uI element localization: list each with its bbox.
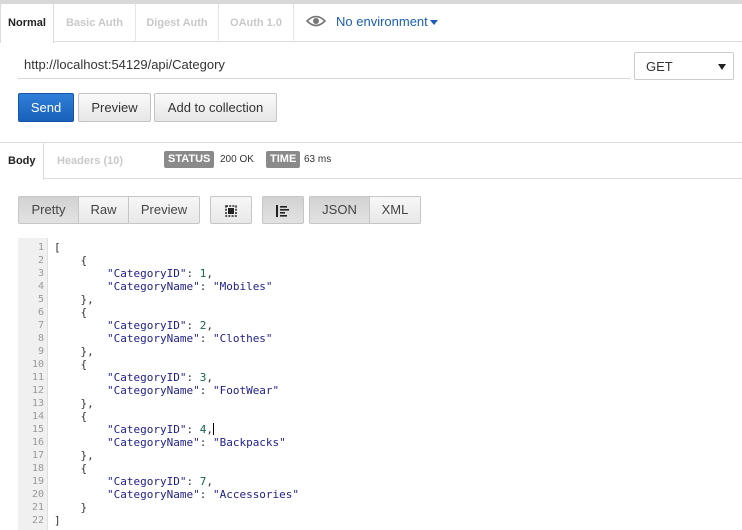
line-number: 4 <box>37 281 44 292</box>
line-number: 11 <box>31 372 44 383</box>
expand-button[interactable] <box>210 196 252 224</box>
code-text: { <box>54 462 88 475</box>
time-value: 63 ms <box>304 154 332 165</box>
code-text: "CategoryName": "Accessories" <box>106 488 300 501</box>
line-number: 19 <box>31 476 44 487</box>
code-text: { <box>54 306 88 319</box>
code-text: }, <box>54 345 94 358</box>
line-number: 3 <box>37 268 44 279</box>
line-number: 20 <box>31 489 44 500</box>
expand-icon <box>224 202 238 217</box>
code-text: [ <box>54 241 61 254</box>
environment-label: No environment <box>336 14 428 29</box>
code-text: "CategoryID": 4, <box>106 423 214 436</box>
xml-button[interactable]: XML <box>369 196 421 224</box>
code-text: "CategoryID": 3, <box>106 371 213 384</box>
code-text: { <box>54 358 88 371</box>
request-auth-tabs: Normal Basic Auth Digest Auth OAuth 1.0 … <box>0 0 742 43</box>
eye-icon <box>305 5 327 41</box>
status-value: 200 OK <box>220 154 254 165</box>
code-text: "CategoryID": 1, <box>106 267 213 280</box>
json-button[interactable]: JSON <box>309 196 370 224</box>
line-number: 5 <box>37 294 44 305</box>
code-text: }, <box>54 449 94 462</box>
code-text: "CategoryName": "FootWear" <box>106 384 280 397</box>
line-number: 1 <box>37 242 44 253</box>
environment-selector[interactable]: No environment <box>305 4 438 42</box>
line-number: 15 <box>31 424 44 435</box>
line-number: 22 <box>31 515 44 526</box>
code-text: { <box>54 254 88 267</box>
time-badge: TIME <box>266 151 301 168</box>
line-number: 9 <box>37 346 44 357</box>
tab-normal[interactable]: Normal <box>0 4 54 43</box>
tab-basic-auth[interactable]: Basic Auth <box>54 4 136 42</box>
line-number: 18 <box>31 463 44 474</box>
text-cursor <box>212 423 214 435</box>
code-text: }, <box>54 397 94 410</box>
code-text: }, <box>54 293 94 306</box>
code-text: } <box>54 501 88 514</box>
send-button[interactable]: Send <box>18 93 74 122</box>
code-text: "CategoryID": 7, <box>106 475 213 488</box>
url-input[interactable]: http://localhost:54129/api/Category <box>18 52 630 79</box>
code-text: ] <box>54 514 61 527</box>
code-text: { <box>54 410 88 423</box>
line-number: 2 <box>37 255 44 266</box>
tab-oauth[interactable]: OAuth 1.0 <box>219 4 294 42</box>
line-number: 14 <box>31 411 44 422</box>
line-number: 8 <box>37 333 44 344</box>
add-to-collection-button[interactable]: Add to collection <box>154 93 277 122</box>
line-number: 16 <box>31 437 44 448</box>
line-number: 10 <box>31 359 44 370</box>
line-number: 17 <box>31 450 44 461</box>
chevron-down-icon <box>429 20 438 26</box>
code-text: "CategoryName": "Backpacks" <box>106 436 286 449</box>
wrap-lines-icon <box>275 202 291 217</box>
wrap-lines-button[interactable] <box>262 196 304 224</box>
chevron-down-icon <box>718 64 726 70</box>
response-tabs: Body Headers (10) <box>0 142 742 180</box>
code-text: "CategoryName": "Mobiles" <box>106 280 273 293</box>
method-value: GET <box>646 59 673 74</box>
method-select[interactable]: GET <box>634 52 734 80</box>
tab-digest-auth[interactable]: Digest Auth <box>136 4 219 42</box>
line-number: 6 <box>37 307 44 318</box>
line-number: 12 <box>31 385 44 396</box>
pretty-button[interactable]: Pretty <box>18 196 79 224</box>
code-text: "CategoryID": 2, <box>106 319 213 332</box>
tab-headers[interactable]: Headers (10) <box>57 143 123 179</box>
raw-button[interactable]: Raw <box>78 196 129 224</box>
preview-mode-button[interactable]: Preview <box>128 196 200 224</box>
response-body[interactable]: 1 [2 {3 "CategoryID": 1, 4 "CategoryName":… <box>18 238 742 530</box>
line-number: 13 <box>31 398 44 409</box>
tab-body[interactable]: Body <box>0 143 44 180</box>
preview-button[interactable]: Preview <box>78 93 151 122</box>
code-text: "CategoryName": "Clothes" <box>106 332 273 345</box>
line-number: 21 <box>31 502 44 513</box>
status-badge: STATUS <box>164 151 215 168</box>
line-number: 7 <box>37 320 44 331</box>
